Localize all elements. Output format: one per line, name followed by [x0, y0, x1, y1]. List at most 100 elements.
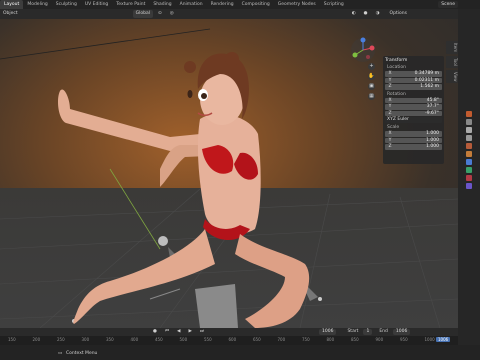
- material-icon[interactable]: [466, 183, 472, 189]
- scale-label: Scale: [387, 125, 400, 130]
- tab-compositing[interactable]: Compositing: [238, 0, 274, 9]
- axis-value[interactable]: 1.000: [395, 131, 442, 136]
- frame-tick: 800: [326, 337, 335, 342]
- zoom-icon[interactable]: +: [368, 63, 375, 70]
- timeline-ruler[interactable]: 1006 150 200 250 300 350 400 450 500 550 600 650 70…: [0, 336, 458, 345]
- record-icon[interactable]: ●: [150, 328, 160, 336]
- camera-view-icon[interactable]: ▣: [368, 83, 375, 90]
- shading-solid-icon[interactable]: ●: [361, 10, 371, 18]
- object-properties-icon[interactable]: [466, 151, 472, 157]
- rotation-z-field[interactable]: Z -9.67°: [385, 110, 442, 116]
- frame-tick: 900: [375, 337, 384, 342]
- axis-value[interactable]: 1.000: [395, 144, 442, 149]
- sidebar-tab-view[interactable]: View: [446, 69, 458, 84]
- frame-tick: 250: [57, 337, 65, 342]
- scale-y-field[interactable]: Y 1.000: [385, 137, 442, 143]
- camera-object[interactable]: [195, 284, 238, 328]
- location-z-field[interactable]: Z 1.562 m: [385, 84, 442, 90]
- tab-modeling[interactable]: Modeling: [23, 0, 51, 9]
- constraints-icon[interactable]: [466, 175, 472, 181]
- overlay-icon[interactable]: ◐: [349, 10, 359, 18]
- axis-label: Y: [388, 77, 392, 83]
- location-label: Location: [387, 65, 407, 70]
- frame-tick: 350: [106, 337, 114, 342]
- tab-uv-editing[interactable]: UV Editing: [81, 0, 112, 9]
- tool-properties-icon[interactable]: [466, 111, 472, 117]
- frame-tick: 150: [8, 337, 16, 342]
- character-model[interactable]: [58, 52, 310, 328]
- mouse-icon: ▭: [58, 351, 63, 356]
- current-frame-field[interactable]: 1006: [319, 329, 337, 335]
- frame-tick: 1000: [424, 337, 435, 342]
- axis-label: Y: [388, 104, 392, 110]
- tab-geometry-nodes[interactable]: Geometry Nodes: [274, 0, 320, 9]
- axis-value[interactable]: 1.562 m: [395, 84, 442, 89]
- playback-controls: ● ⏮ ◀ ▶ ⏭ 1006 Start 1 End 1006: [0, 328, 458, 336]
- rotation-x-field[interactable]: X 45.8°: [385, 97, 442, 103]
- sidebar-tab-item[interactable]: Item: [446, 41, 458, 55]
- properties-strip: [458, 9, 480, 360]
- navigation-gizmo[interactable]: [350, 37, 376, 63]
- render-properties-icon[interactable]: [466, 119, 472, 125]
- panel-title: Transform: [385, 58, 408, 63]
- pan-hand-icon[interactable]: ✋: [368, 73, 375, 80]
- tab-texture-paint[interactable]: Texture Paint: [112, 0, 149, 9]
- modifier-icon[interactable]: [466, 159, 472, 165]
- snap-icon[interactable]: ⊙: [155, 10, 165, 18]
- axis-label: X: [388, 131, 392, 137]
- frame-tick: 550: [204, 337, 212, 342]
- frame-tick: 600: [228, 337, 237, 342]
- wire-line: [0, 28, 211, 60]
- frame-tick: 650: [253, 337, 261, 342]
- axis-value[interactable]: 45.8°: [395, 98, 442, 103]
- tab-shading[interactable]: Shading: [149, 0, 175, 9]
- tab-scripting[interactable]: Scripting: [320, 0, 348, 9]
- output-properties-icon[interactable]: [466, 127, 472, 133]
- rotation-label: Rotation: [387, 91, 406, 97]
- context-menu-hint: Context Menu: [66, 351, 98, 356]
- axis-label: Z: [388, 84, 392, 90]
- rotation-y-field[interactable]: Y 37.7°: [385, 104, 442, 110]
- tab-animation[interactable]: Animation: [176, 0, 207, 9]
- frame-tick: 850: [351, 337, 359, 342]
- view-layer-icon[interactable]: [466, 135, 472, 141]
- object-menu[interactable]: Object: [0, 10, 21, 18]
- play-icon[interactable]: ▶: [185, 328, 194, 336]
- grid-view-icon[interactable]: ▦: [368, 93, 375, 100]
- axis-value[interactable]: 1.000: [395, 138, 442, 143]
- tab-layout[interactable]: Layout: [0, 0, 24, 9]
- frame-tick: 950: [400, 337, 408, 342]
- jump-end-icon[interactable]: ⏭: [197, 328, 207, 336]
- scale-x-field[interactable]: X 1.000: [385, 131, 442, 137]
- axis-value[interactable]: 0.02311 m: [395, 78, 442, 83]
- scene-selector[interactable]: Scene: [438, 1, 458, 8]
- end-frame-field[interactable]: 1006: [392, 329, 411, 335]
- axis-value[interactable]: 0.34789 m: [395, 71, 442, 76]
- frame-tick: 500: [179, 337, 188, 342]
- options-menu[interactable]: Options: [387, 10, 410, 18]
- shading-material-icon[interactable]: ◑: [373, 10, 383, 18]
- transform-orientation-dropdown[interactable]: Global: [132, 10, 154, 18]
- jump-start-icon[interactable]: ⏮: [162, 328, 172, 336]
- tab-rendering[interactable]: Rendering: [207, 0, 238, 9]
- axis-label: X: [388, 71, 392, 77]
- tab-sculpting[interactable]: Sculpting: [52, 0, 81, 9]
- scale-z-field[interactable]: Z 1.000: [385, 144, 442, 150]
- light-object[interactable]: [158, 236, 168, 246]
- spot-handle[interactable]: [318, 297, 322, 301]
- rotation-mode-dropdown[interactable]: XYZ Euler: [385, 117, 442, 123]
- location-y-field[interactable]: Y 0.02311 m: [385, 77, 442, 83]
- playhead[interactable]: 1006: [436, 337, 451, 342]
- frame-tick: 700: [277, 337, 286, 342]
- location-x-field[interactable]: X 0.34789 m: [385, 71, 442, 77]
- start-frame-field[interactable]: 1: [363, 329, 373, 335]
- 3d-viewport[interactable]: + ✋ ▣ ▦ Transform Location X 0.34789 m Y 0.…: [0, 19, 458, 328]
- proportional-edit-icon[interactable]: ◎: [167, 10, 177, 18]
- physics-icon[interactable]: [466, 167, 472, 173]
- sidebar-tab-tool[interactable]: Tool: [446, 56, 458, 68]
- play-reverse-icon[interactable]: ◀: [174, 328, 183, 336]
- axis-value[interactable]: -9.67°: [395, 111, 442, 116]
- axis-value[interactable]: 37.7°: [395, 104, 442, 109]
- frame-tick: 400: [130, 337, 139, 342]
- scene-properties-icon[interactable]: [466, 143, 472, 149]
